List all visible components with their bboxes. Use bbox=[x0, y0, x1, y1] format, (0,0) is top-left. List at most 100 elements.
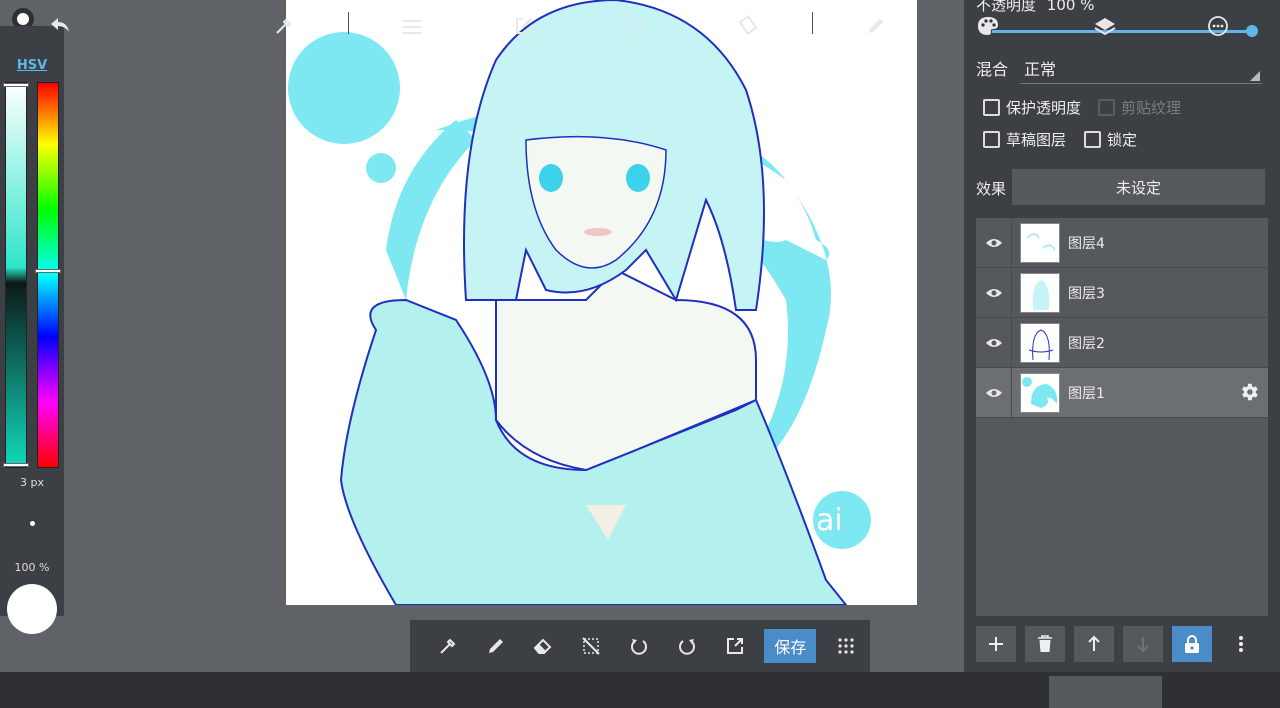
undo-rotate-button[interactable] bbox=[615, 628, 663, 664]
sv-slider-knob-bottom[interactable] bbox=[3, 463, 29, 467]
selection-icon bbox=[628, 18, 644, 34]
dropdown-arrow-icon bbox=[1250, 71, 1260, 81]
signature-text: ai bbox=[816, 503, 843, 538]
export-button[interactable] bbox=[711, 628, 759, 664]
move-layer-up-button[interactable] bbox=[1074, 626, 1114, 662]
more-tools-button[interactable] bbox=[822, 628, 870, 664]
draft-layer-label: 草稿图层 bbox=[1006, 131, 1067, 149]
menu-button[interactable] bbox=[392, 0, 432, 36]
add-layer-button[interactable] bbox=[976, 626, 1016, 662]
artwork: ai bbox=[288, 0, 871, 605]
layer-settings-button[interactable] bbox=[1238, 381, 1260, 407]
edit-icon bbox=[516, 18, 532, 34]
rotate-canvas-icon bbox=[738, 15, 758, 35]
visibility-toggle[interactable] bbox=[976, 367, 1012, 418]
lock-label: 锁定 bbox=[1107, 131, 1138, 149]
redo-rotate-button[interactable] bbox=[663, 628, 711, 664]
more-circle-icon bbox=[1208, 16, 1228, 36]
hue-slider[interactable] bbox=[35, 82, 61, 468]
pen-button[interactable] bbox=[472, 628, 520, 664]
eyedropper-tab-button[interactable] bbox=[264, 0, 304, 36]
undo-icon bbox=[51, 18, 69, 32]
effect-button[interactable]: 未设定 bbox=[1012, 169, 1265, 205]
clipping-label: 剪贴纹理 bbox=[1121, 99, 1182, 117]
eye-icon bbox=[985, 288, 1002, 297]
layer-row[interactable]: 图层4 bbox=[976, 217, 1268, 268]
eyedropper-button[interactable] bbox=[424, 628, 472, 664]
drawing-canvas[interactable]: ai bbox=[286, 0, 917, 605]
saturation-value-slider[interactable] bbox=[3, 82, 29, 468]
eraser-button[interactable] bbox=[520, 628, 568, 664]
eyedropper-icon bbox=[276, 18, 292, 34]
deselect-icon bbox=[582, 637, 600, 655]
layers-icon bbox=[1094, 18, 1116, 36]
layer-name: 图层3 bbox=[1068, 285, 1105, 302]
eraser-icon bbox=[534, 638, 552, 654]
lock-checkbox[interactable]: 锁定 bbox=[1084, 129, 1137, 150]
transform-button[interactable] bbox=[728, 0, 768, 36]
more-options-button[interactable] bbox=[1198, 0, 1238, 36]
draft-layer-checkbox[interactable]: 草稿图层 bbox=[983, 129, 1066, 150]
layer-thumbnail bbox=[1020, 372, 1060, 413]
checkbox-icon bbox=[1084, 131, 1101, 148]
sv-slider-knob[interactable] bbox=[3, 83, 29, 87]
layer-more-button[interactable] bbox=[1221, 626, 1261, 662]
layer-row[interactable]: 图层3 bbox=[976, 267, 1268, 318]
color-tab-button[interactable] bbox=[968, 0, 1008, 36]
layer-panel: 不透明度 100 % 混合 正常 保护透明度 剪贴纹理 草稿图层 锁定 效果 未… bbox=[964, 0, 1280, 672]
protect-alpha-label: 保护透明度 bbox=[1006, 99, 1082, 117]
save-button[interactable]: 保存 bbox=[764, 629, 817, 663]
layer-name: 图层1 bbox=[1068, 385, 1105, 402]
active-tab-highlight bbox=[1049, 676, 1162, 708]
grid-icon bbox=[838, 638, 854, 654]
brush-tab-button[interactable] bbox=[856, 0, 896, 36]
arrow-up-icon bbox=[1088, 635, 1100, 651]
selection-button[interactable] bbox=[616, 0, 656, 36]
canvas-toolbar: 保存 bbox=[410, 620, 870, 672]
eye-icon bbox=[985, 238, 1002, 247]
trash-icon bbox=[1038, 635, 1052, 652]
menu-icon bbox=[403, 20, 421, 34]
delete-layer-button[interactable] bbox=[1025, 626, 1065, 662]
rotate-left-icon bbox=[631, 639, 647, 655]
checkbox-icon bbox=[983, 131, 1000, 148]
layer-actions bbox=[976, 626, 1268, 662]
lock-layer-button[interactable] bbox=[1172, 626, 1212, 662]
layer-list: 图层4 图层3 图层2 图层1 bbox=[976, 217, 1268, 616]
brush-preview-dot bbox=[30, 521, 35, 526]
layer-row[interactable]: 图层2 bbox=[976, 317, 1268, 368]
redo-button[interactable] bbox=[152, 0, 192, 36]
layer-opacity-thumb[interactable] bbox=[1246, 25, 1258, 37]
brush-icon bbox=[869, 19, 883, 33]
blend-mode-label: 混合 bbox=[976, 60, 1009, 79]
toolbar-divider bbox=[348, 12, 349, 34]
layers-tab-button[interactable] bbox=[1085, 0, 1125, 36]
layer-name: 图层4 bbox=[1068, 235, 1105, 252]
brush-size-label[interactable]: 3 px bbox=[0, 476, 64, 489]
more-vertical-icon bbox=[1239, 636, 1243, 652]
color-mode-link[interactable]: HSV bbox=[0, 58, 64, 73]
undo-button[interactable] bbox=[40, 0, 80, 36]
layer-row-selected[interactable]: 图层1 bbox=[976, 367, 1268, 418]
current-color-swatch[interactable] bbox=[7, 584, 57, 634]
blend-mode-select[interactable]: 正常 bbox=[1020, 56, 1262, 84]
checkbox-icon bbox=[983, 99, 1000, 116]
eyedropper-icon bbox=[440, 638, 456, 654]
deselect-button[interactable] bbox=[567, 628, 615, 664]
layer-thumbnail bbox=[1020, 222, 1060, 263]
clipping-checkbox[interactable]: 剪贴纹理 bbox=[1098, 97, 1181, 118]
layer-thumbnail bbox=[1020, 322, 1060, 363]
export-icon bbox=[726, 638, 743, 654]
layer-thumbnail bbox=[1020, 272, 1060, 313]
edit-button[interactable] bbox=[504, 0, 544, 36]
move-layer-down-button[interactable] bbox=[1123, 626, 1163, 662]
visibility-toggle[interactable] bbox=[976, 217, 1012, 268]
hue-slider-knob[interactable] bbox=[35, 269, 61, 273]
palette-icon bbox=[978, 17, 998, 35]
visibility-toggle[interactable] bbox=[976, 317, 1012, 368]
arrow-down-icon bbox=[1137, 637, 1149, 653]
blend-mode-value: 正常 bbox=[1024, 60, 1057, 79]
brush-opacity-label[interactable]: 100 % bbox=[0, 561, 64, 574]
protect-alpha-checkbox[interactable]: 保护透明度 bbox=[983, 97, 1081, 118]
visibility-toggle[interactable] bbox=[976, 267, 1012, 318]
